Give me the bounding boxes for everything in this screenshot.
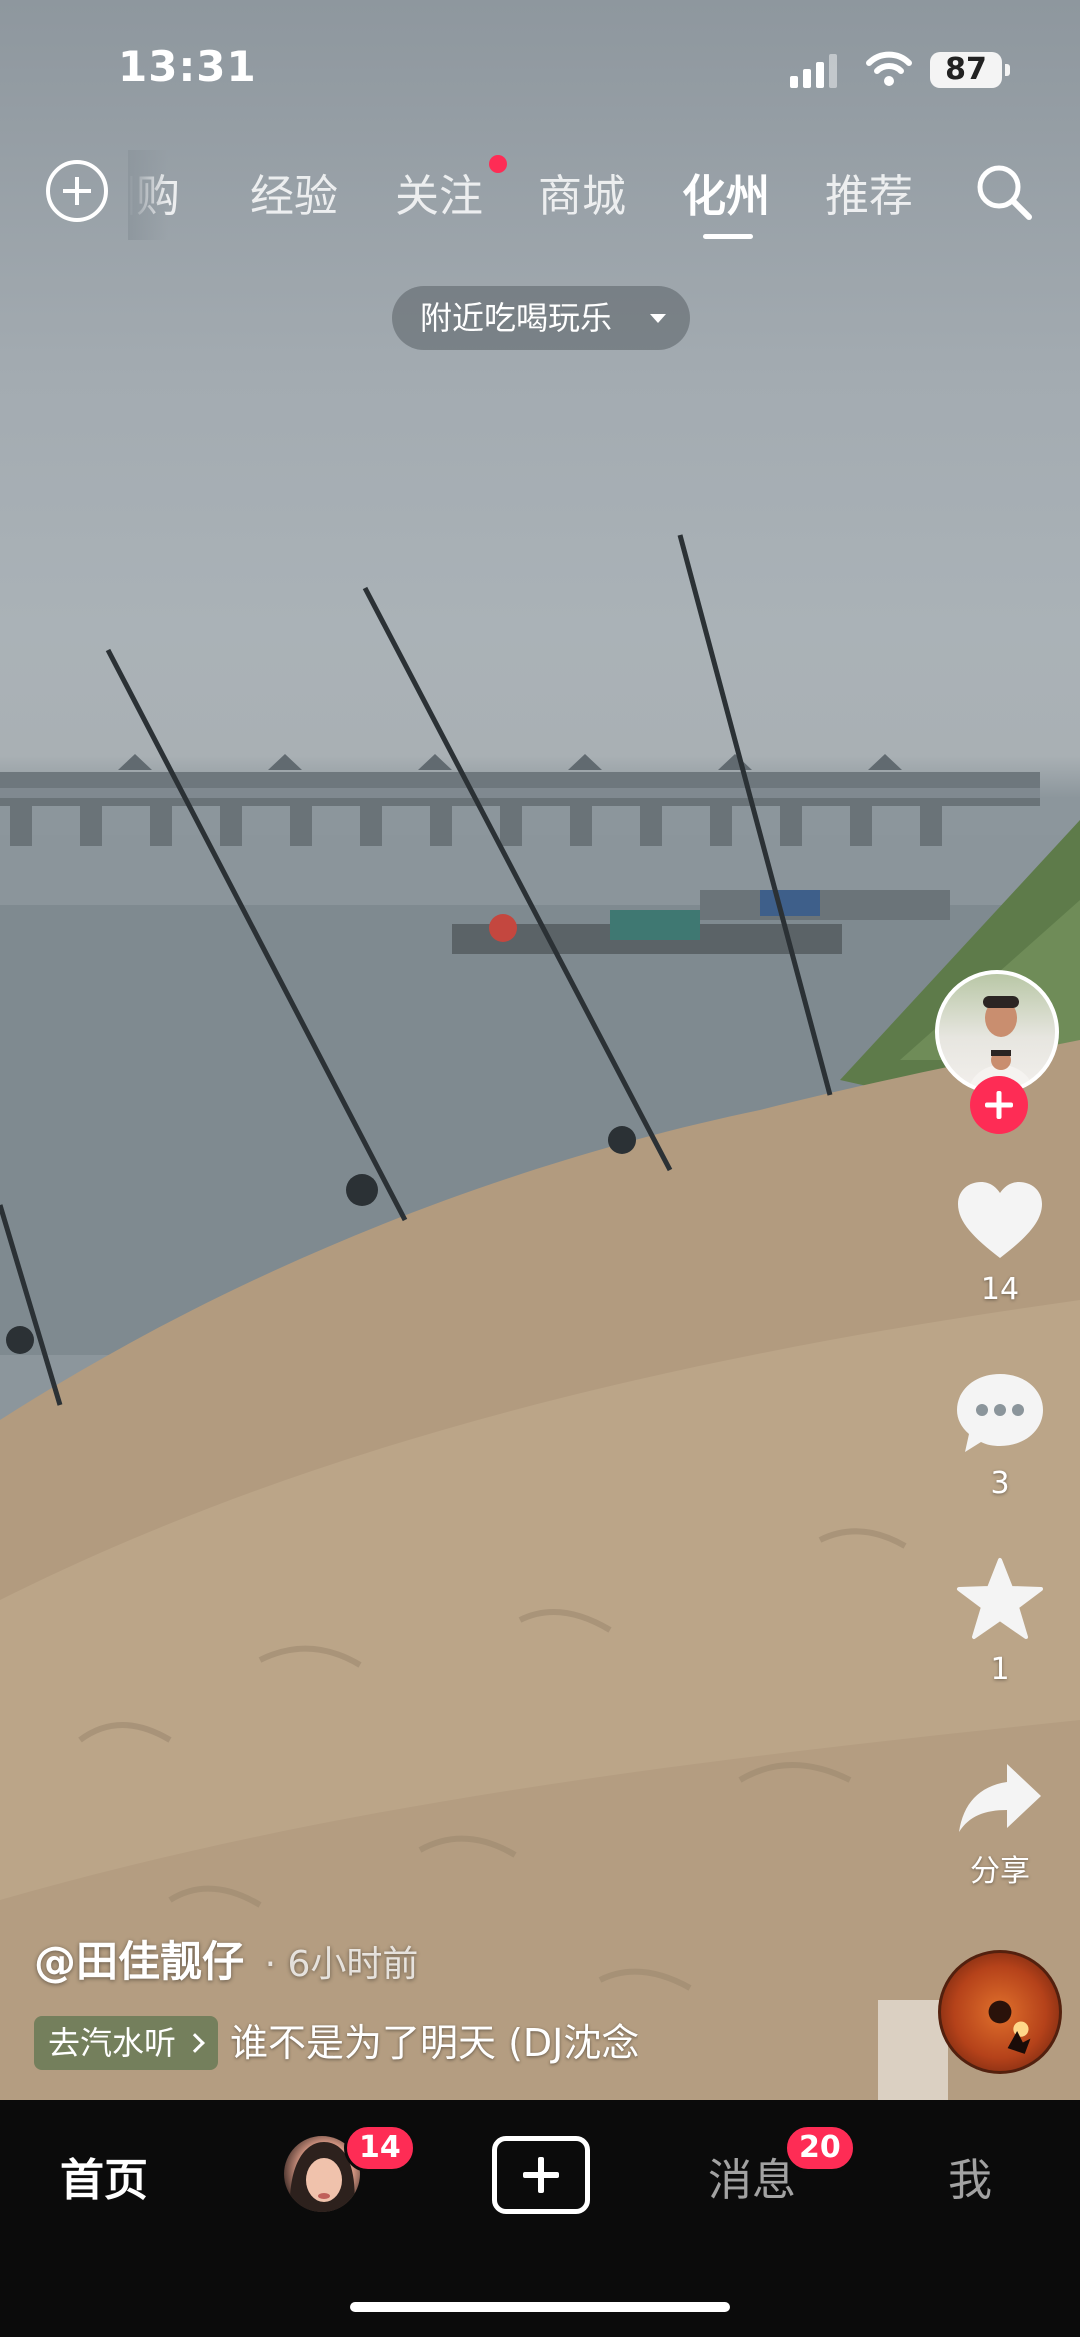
tab-mall[interactable]: 商城 (538, 160, 626, 224)
listen-chip-label: 去汽水听 (48, 2024, 177, 2062)
listen-on-qishui-chip[interactable]: 去汽水听 (34, 2016, 219, 2070)
share-arrow-icon (959, 1764, 1041, 1832)
top-nav: 团购 经验 关注 商城 化州 推荐 (0, 150, 1080, 240)
tab-huazhou[interactable]: 化州 (682, 160, 770, 224)
music-line: 去汽水听 谁不是为了明天 (DJ沈念 (34, 2016, 914, 2072)
follow-button[interactable] (970, 1076, 1028, 1134)
music-disc[interactable] (938, 1950, 1062, 2074)
search-icon[interactable] (972, 160, 1036, 224)
tab-recommended[interactable]: 推荐 (825, 160, 913, 224)
comment-icon (957, 1374, 1043, 1452)
comment-count: 3 (990, 1466, 1010, 1501)
tab-messages[interactable]: 消息 (708, 2144, 796, 2208)
add-circle-icon[interactable] (46, 160, 108, 222)
share-button[interactable]: 分享 (930, 1760, 1070, 1890)
status-bar: 13:31 87 (0, 0, 1080, 140)
author-name[interactable]: @田佳靓仔 (34, 1937, 244, 1986)
video-caption: @田佳靓仔 · 6小时前 去汽水听 谁不是为了明天 (DJ沈念 (34, 1928, 914, 2070)
tab-following[interactable]: 关注 (395, 160, 483, 224)
cellular-signal-icon (790, 54, 837, 88)
favorite-button[interactable]: 1 (930, 1556, 1070, 1687)
star-icon (957, 1558, 1043, 1639)
active-tab-indicator (703, 234, 753, 239)
wifi-icon (866, 51, 912, 86)
nearby-filter-dropdown[interactable]: 附近吃喝玩乐 (392, 286, 690, 350)
home-indicator[interactable] (350, 2302, 730, 2312)
chevron-right-icon (185, 2033, 205, 2053)
create-post-button[interactable] (492, 2136, 590, 2214)
following-notification-dot (489, 155, 507, 173)
messages-badge: 20 (784, 2124, 856, 2172)
tab-home[interactable]: 首页 (60, 2144, 148, 2208)
comment-button[interactable]: 3 (930, 1370, 1070, 1501)
nearby-filter-label: 附近吃喝玩乐 (420, 299, 613, 337)
author-line: @田佳靓仔 · 6小时前 (34, 1928, 914, 1989)
music-cover-art (988, 2000, 1031, 2054)
caret-down-icon (650, 314, 666, 323)
tab-experience[interactable]: 经验 (250, 160, 338, 224)
share-label: 分享 (970, 1854, 1030, 1889)
favorite-count: 1 (990, 1652, 1010, 1687)
friends-badge: 14 (344, 2124, 416, 2172)
like-count: 14 (980, 1272, 1020, 1307)
like-button[interactable]: 14 (930, 1178, 1070, 1307)
song-title[interactable]: 谁不是为了明天 (DJ沈念 (230, 2016, 638, 2070)
tab-fade (128, 150, 168, 240)
top-tabs: 团购 经验 关注 商城 化州 推荐 (130, 150, 930, 240)
post-time: · 6小时前 (264, 1944, 419, 1985)
status-time: 13:31 (118, 42, 257, 91)
tab-me[interactable]: 我 (948, 2144, 992, 2208)
battery-indicator: 87 (930, 52, 1010, 88)
heart-icon (958, 1182, 1042, 1258)
